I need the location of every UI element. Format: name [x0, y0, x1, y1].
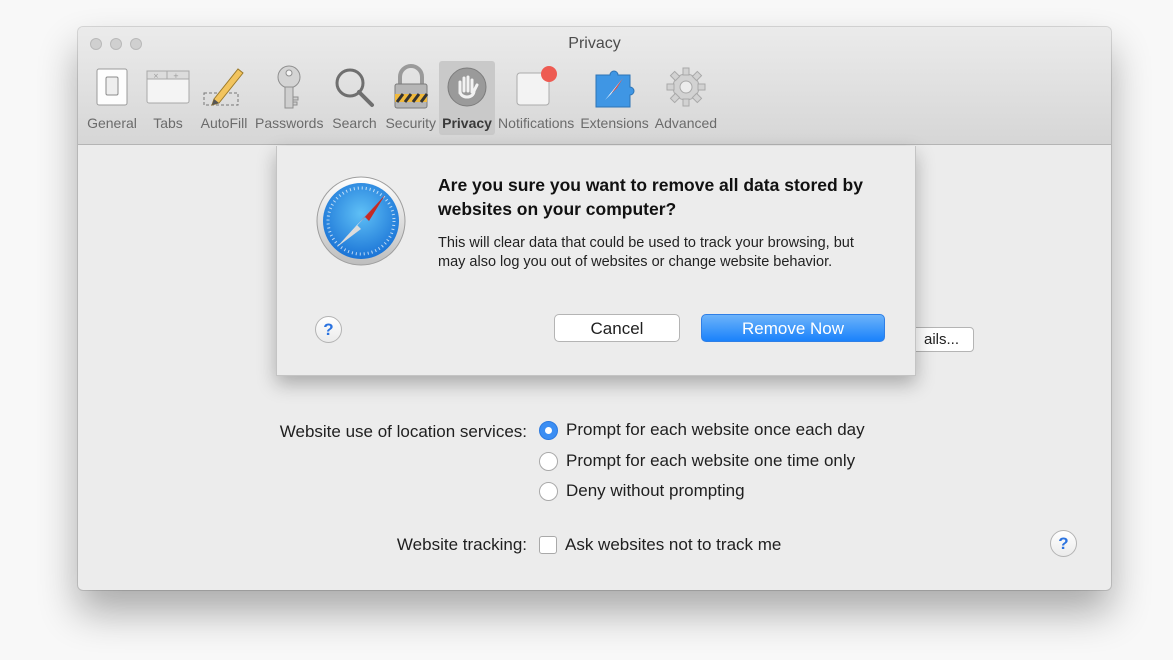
remove-now-button[interactable]: Remove Now: [701, 314, 885, 342]
tab-label: Security: [385, 115, 437, 131]
dialog-title: Are you sure you want to remove all data…: [438, 175, 863, 219]
radio-label: Prompt for each website once each day: [566, 420, 865, 439]
tab-label: General: [87, 115, 137, 131]
tab-extensions[interactable]: Extensions: [577, 61, 651, 135]
tab-privacy[interactable]: Privacy: [439, 61, 496, 135]
tab-notifications[interactable]: Notifications: [495, 61, 577, 135]
pencil-form-icon: [199, 63, 249, 111]
location-services-label: Website use of location services:: [279, 422, 527, 441]
tab-label: Search: [332, 115, 377, 131]
radio-button[interactable]: [539, 451, 558, 471]
tab-autofill[interactable]: AutoFill: [196, 61, 252, 135]
do-not-track-option[interactable]: Ask websites not to track me: [539, 535, 781, 555]
svg-text:×: ×: [153, 72, 159, 80]
hand-icon: [442, 63, 492, 111]
puzzle-compass-icon: [590, 63, 640, 111]
tab-label: Passwords: [255, 115, 324, 131]
do-not-track-checkbox[interactable]: [539, 536, 557, 554]
tab-label: Tabs: [153, 115, 183, 131]
radio-option-deny[interactable]: Deny without prompting: [539, 481, 745, 501]
help-button[interactable]: ?: [1050, 530, 1077, 557]
tab-tabs[interactable]: × + Tabs: [140, 61, 196, 135]
tab-security[interactable]: Security: [382, 61, 439, 135]
tab-label: Notifications: [498, 115, 575, 131]
gear-icon: [661, 63, 711, 111]
tab-label: Extensions: [580, 115, 649, 131]
radio-label: Deny without prompting: [566, 481, 745, 500]
tab-general[interactable]: General: [84, 61, 140, 135]
padlock-icon: [386, 63, 436, 111]
key-icon: [264, 63, 314, 111]
radio-option-once-each-day[interactable]: Prompt for each website once each day: [539, 420, 865, 440]
notification-badge-icon: [511, 63, 561, 111]
checkbox-label: Ask websites not to track me: [565, 535, 782, 554]
radio-button[interactable]: [539, 481, 558, 501]
dialog-help-button[interactable]: ?: [315, 316, 342, 343]
tab-search[interactable]: Search: [326, 61, 382, 135]
dialog-message: This will clear data that could be used …: [438, 235, 854, 270]
titlebar: Privacy General × + Tabs AutoFill Passwo…: [78, 27, 1111, 145]
switch-icon: [87, 63, 137, 111]
radio-label: Prompt for each website one time only: [566, 451, 856, 470]
cancel-button[interactable]: Cancel: [554, 314, 680, 342]
tab-passwords[interactable]: Passwords: [252, 61, 326, 135]
safari-compass-icon: [315, 175, 407, 272]
website-tracking-label: Website tracking:: [396, 535, 527, 554]
svg-text:+: +: [173, 72, 179, 80]
tab-label: AutoFill: [200, 115, 248, 131]
magnifier-icon: [329, 63, 379, 111]
preferences-toolbar: General × + Tabs AutoFill Passwords Sear…: [84, 61, 720, 135]
confirm-remove-data-dialog: Are you sure you want to remove all data…: [276, 146, 916, 376]
window-title: Privacy: [568, 35, 621, 52]
radio-option-one-time-only[interactable]: Prompt for each website one time only: [539, 451, 855, 471]
radio-button-selected[interactable]: [539, 420, 558, 440]
tabs-window-icon: × +: [143, 63, 193, 111]
tab-advanced[interactable]: Advanced: [652, 61, 720, 135]
tab-label: Advanced: [654, 115, 718, 131]
tab-label: Privacy: [442, 115, 492, 131]
